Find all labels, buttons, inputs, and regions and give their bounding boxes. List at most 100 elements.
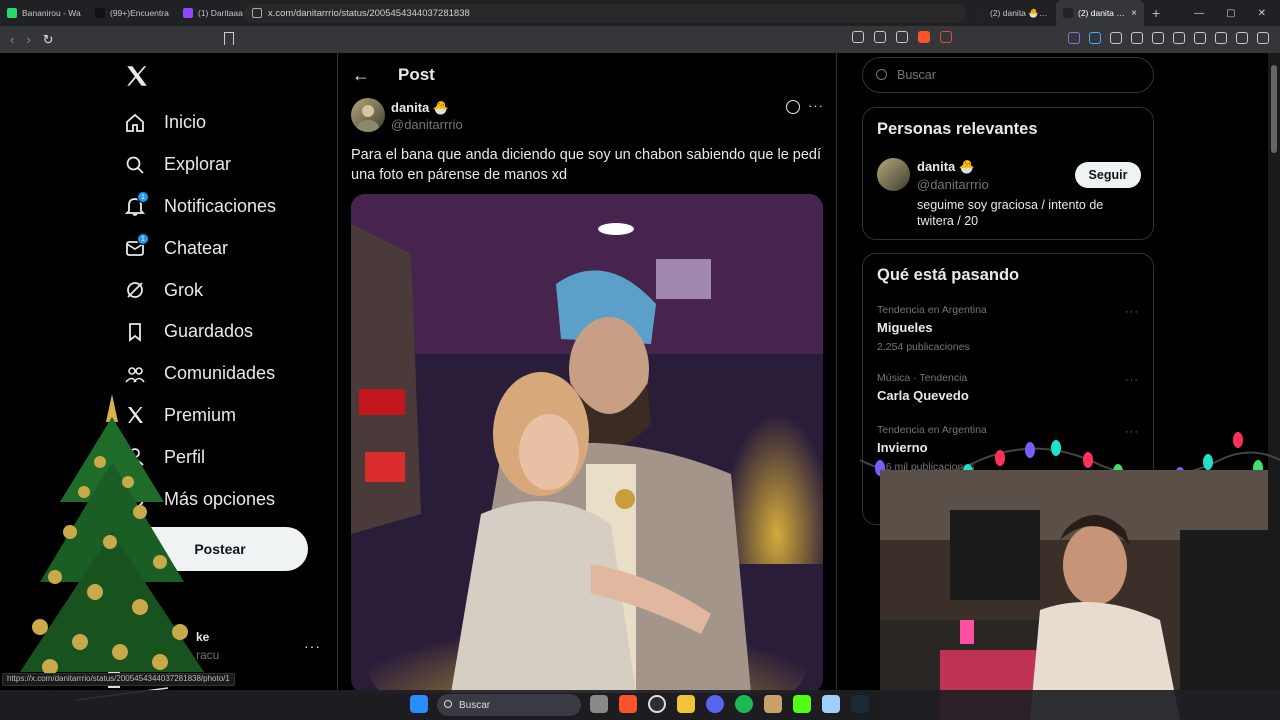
scrollbar-thumb[interactable]: [1271, 65, 1277, 153]
tab-title: (2) danita 🐣: [1078, 7, 1127, 18]
address-bar[interactable]: x.com/danitarrrio/status/200545434403728…: [244, 4, 966, 23]
menu-icon[interactable]: [1257, 32, 1269, 44]
trend-item[interactable]: Música · Tendencia Carla Quevedo: [877, 372, 1137, 403]
extension-icon[interactable]: [1089, 32, 1101, 44]
nav-item-label: Chatear: [164, 237, 229, 258]
tab-favicon-icon: [183, 8, 193, 18]
tab-favicon-icon: [1063, 8, 1073, 18]
search-icon: [124, 154, 146, 176]
nav-item-inicio[interactable]: Inicio: [116, 102, 276, 144]
taskbar-search-label: Buscar: [459, 699, 491, 711]
site-info-icon[interactable]: [252, 8, 262, 18]
column-divider: [836, 53, 837, 693]
nav-item-grok[interactable]: Grok: [116, 269, 276, 311]
search-placeholder: Buscar: [897, 68, 936, 82]
zoom-icon[interactable]: [874, 31, 886, 43]
nav-item-label: Guardados: [164, 321, 254, 342]
relevant-user-name[interactable]: danita 🐣: [917, 159, 975, 175]
extension-icons: [1068, 32, 1269, 44]
wallet-icon[interactable]: [1194, 32, 1206, 44]
extension-icon[interactable]: [1068, 32, 1080, 44]
window-controls: — ▢ ✕: [1194, 8, 1280, 19]
photo-illustration: [351, 194, 823, 693]
close-window-icon[interactable]: ✕: [1258, 8, 1266, 19]
status-bar-url: https://x.com/danitarrrio/status/2005454…: [2, 673, 235, 686]
file-explorer-icon[interactable]: [677, 695, 695, 713]
browser-tab[interactable]: (2) danita 🐣 ×: [1056, 0, 1144, 26]
ai-icon[interactable]: [1215, 32, 1227, 44]
trend-count: 2.254 publicaciones: [877, 341, 970, 353]
puzzle-icon[interactable]: [1110, 32, 1122, 44]
steam-icon[interactable]: [851, 695, 869, 713]
minimize-icon[interactable]: —: [1194, 8, 1204, 19]
browser-tab[interactable]: (99+)Encuentra: [88, 0, 176, 26]
maximize-icon[interactable]: ▢: [1226, 8, 1235, 19]
author-handle[interactable]: @danitarrrio: [391, 117, 463, 132]
cast-icon[interactable]: [852, 31, 864, 43]
bookmark-icon: [124, 321, 146, 343]
close-tab-icon[interactable]: ×: [1131, 8, 1137, 19]
trend-topic: Carla Quevedo: [877, 388, 969, 403]
browser-tab[interactable]: Bananirou - Wa: [0, 0, 88, 26]
x-logo-icon[interactable]: [124, 63, 150, 89]
mail-icon: 1: [124, 233, 149, 259]
relevant-user-bio: seguime soy graciosa / intento de twiter…: [917, 198, 1104, 228]
avatar[interactable]: [877, 158, 910, 191]
tab-search-icon[interactable]: [1131, 32, 1143, 44]
nav-item-guardados[interactable]: Guardados: [116, 311, 276, 353]
account-more-icon[interactable]: ···: [304, 638, 321, 654]
new-tab-icon[interactable]: +: [1144, 5, 1168, 21]
follow-button[interactable]: Seguir: [1075, 162, 1141, 188]
task-view-icon[interactable]: [590, 695, 608, 713]
brave-icon[interactable]: [619, 695, 637, 713]
trend-meta: Música · Tendencia: [877, 372, 968, 384]
grok-icon[interactable]: [786, 100, 800, 114]
discord-icon[interactable]: [706, 695, 724, 713]
tab-title: (2) danita 🐣 en: [990, 7, 1049, 18]
app-icon[interactable]: [764, 695, 782, 713]
taskbar-icons: [410, 695, 428, 713]
browser-tab[interactable]: (2) danita 🐣 en: [968, 0, 1056, 26]
taskbar-search[interactable]: Buscar: [437, 694, 581, 716]
nav-item-comunidades[interactable]: Comunidades: [116, 353, 276, 395]
card-title: Personas relevantes: [877, 120, 1038, 138]
nav-item-chatear[interactable]: 1 Chatear: [116, 227, 276, 269]
forward-icon[interactable]: ›: [26, 32, 30, 48]
sidebar-icon[interactable]: [1173, 32, 1185, 44]
notepad-icon[interactable]: [822, 695, 840, 713]
post-text: Para el bana que anda diciendo que soy u…: [351, 147, 822, 183]
author-avatar[interactable]: [351, 98, 385, 132]
brave-rewards-icon[interactable]: [940, 31, 952, 43]
nav-item-label: Notificaciones: [164, 195, 277, 216]
bookmark-page-icon[interactable]: [224, 32, 234, 45]
address-bar-actions: [852, 31, 952, 43]
tab-favicon-icon: [95, 8, 105, 18]
share-icon[interactable]: [896, 31, 908, 43]
notification-badge: 1: [137, 191, 149, 204]
more-icon[interactable]: ···: [808, 98, 824, 113]
nav-item-notificaciones[interactable]: 1 Notificaciones: [116, 186, 276, 228]
windows-start-icon[interactable]: [410, 695, 428, 713]
trend-topic: Migueles: [877, 320, 933, 335]
trend-more-icon[interactable]: ···: [1125, 306, 1139, 318]
scrollbar[interactable]: [1268, 53, 1280, 720]
relevant-user-handle[interactable]: @danitarrrio: [917, 177, 989, 192]
author-name[interactable]: danita 🐣: [391, 100, 449, 116]
trend-item[interactable]: Tendencia en Argentina Migueles 2.254 pu…: [877, 304, 1137, 353]
brave-shields-icon[interactable]: [918, 31, 930, 43]
nav-item-explorar[interactable]: Explorar: [116, 144, 276, 186]
vpn-icon[interactable]: [1236, 32, 1248, 44]
bell-icon: 1: [124, 191, 149, 217]
obs-icon[interactable]: [648, 695, 666, 713]
post-photo[interactable]: [351, 194, 823, 693]
spotify-icon[interactable]: [735, 695, 753, 713]
back-icon[interactable]: ‹: [10, 32, 14, 48]
music-icon[interactable]: [1152, 32, 1164, 44]
kick-icon[interactable]: [793, 695, 811, 713]
card-title: Qué está pasando: [877, 266, 1020, 284]
trend-more-icon[interactable]: ···: [1125, 374, 1139, 386]
search-icon: [876, 69, 887, 80]
search-input[interactable]: Buscar: [862, 57, 1154, 93]
back-arrow-icon[interactable]: ←: [352, 65, 370, 86]
reload-icon[interactable]: ↻: [43, 32, 54, 48]
